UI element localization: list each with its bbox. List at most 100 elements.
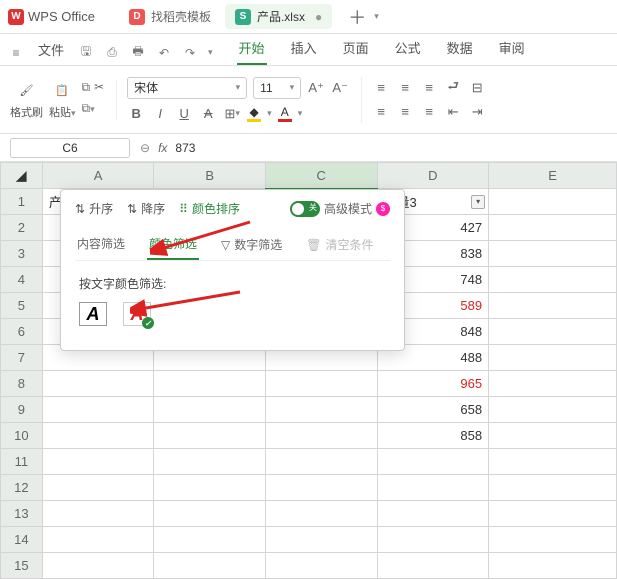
undo-icon[interactable]: ↶ bbox=[156, 45, 172, 61]
select-all-corner[interactable]: ◢ bbox=[1, 163, 43, 189]
tab-file[interactable]: S 产品.xlsx ● bbox=[225, 4, 332, 29]
fill-color-button[interactable]: ◆ bbox=[247, 105, 261, 122]
cell[interactable] bbox=[154, 397, 266, 423]
font-color-button[interactable]: A bbox=[278, 105, 292, 122]
redo-icon[interactable]: ↷ bbox=[182, 45, 198, 61]
align-top-icon[interactable]: ≡ bbox=[372, 79, 390, 97]
rowhead-7[interactable]: 7 bbox=[1, 345, 43, 371]
underline-button[interactable]: U bbox=[175, 105, 193, 123]
cell[interactable] bbox=[265, 527, 377, 553]
adv-mode-toggle[interactable]: 关 bbox=[290, 201, 320, 217]
cell[interactable] bbox=[42, 397, 154, 423]
colhead-B[interactable]: B bbox=[154, 163, 266, 189]
menu-icon[interactable]: ≡ bbox=[8, 45, 24, 61]
rowhead-8[interactable]: 8 bbox=[1, 371, 43, 397]
cell[interactable] bbox=[489, 371, 617, 397]
colhead-A[interactable]: A bbox=[42, 163, 154, 189]
new-tab-button[interactable]: ＋ bbox=[348, 4, 366, 30]
decrease-font-icon[interactable]: A⁻ bbox=[331, 79, 349, 97]
align-right-icon[interactable]: ≡ bbox=[420, 103, 438, 121]
cell[interactable] bbox=[265, 475, 377, 501]
align-center-icon[interactable]: ≡ bbox=[396, 103, 414, 121]
cell-E1[interactable] bbox=[489, 189, 617, 215]
file-menu[interactable]: 文件 bbox=[34, 40, 68, 65]
cell[interactable] bbox=[42, 475, 154, 501]
strike-button[interactable]: A bbox=[199, 105, 217, 123]
tab-clear-filter[interactable]: 🗑清空条件 bbox=[304, 229, 375, 260]
tab-number-filter[interactable]: ▽数字筛选 bbox=[219, 229, 284, 260]
cell[interactable] bbox=[489, 475, 617, 501]
cell[interactable] bbox=[154, 501, 266, 527]
copy-icon[interactable]: ⧉ bbox=[82, 80, 91, 95]
indent-dec-icon[interactable]: ⇤ bbox=[444, 103, 462, 121]
sort-color-button[interactable]: ⠿颜色排序 bbox=[179, 200, 240, 217]
cell[interactable] bbox=[377, 501, 489, 527]
tab-color-filter[interactable]: 颜色筛选 bbox=[147, 229, 199, 260]
font-name-select[interactable]: 宋体▾ bbox=[127, 77, 247, 99]
colhead-C[interactable]: C bbox=[265, 163, 377, 189]
paste-button[interactable]: 📋 粘贴▾ bbox=[49, 80, 76, 120]
sort-asc-button[interactable]: ⇅升序 bbox=[75, 200, 113, 217]
cell[interactable] bbox=[42, 527, 154, 553]
cell[interactable] bbox=[489, 215, 617, 241]
tab-content-filter[interactable]: 内容筛选 bbox=[75, 229, 127, 260]
qat-more-caret[interactable]: ▾ bbox=[208, 47, 213, 58]
cell[interactable] bbox=[42, 501, 154, 527]
cell[interactable] bbox=[42, 449, 154, 475]
cell[interactable] bbox=[377, 449, 489, 475]
cell[interactable]: 858 bbox=[377, 423, 489, 449]
cell[interactable] bbox=[154, 371, 266, 397]
rowhead-9[interactable]: 9 bbox=[1, 397, 43, 423]
cell[interactable] bbox=[489, 345, 617, 371]
cell[interactable] bbox=[489, 527, 617, 553]
cell[interactable] bbox=[154, 475, 266, 501]
cell[interactable] bbox=[265, 449, 377, 475]
cell[interactable] bbox=[265, 371, 377, 397]
tab-template[interactable]: D 找稻壳模板 bbox=[119, 4, 221, 29]
colhead-D[interactable]: D bbox=[377, 163, 489, 189]
cell[interactable] bbox=[489, 423, 617, 449]
clipboard-more-icon[interactable]: ⧉▾ bbox=[82, 101, 95, 116]
text-color-swatch-red[interactable]: A✓ bbox=[123, 302, 151, 326]
cell[interactable] bbox=[489, 397, 617, 423]
bold-button[interactable]: B bbox=[127, 105, 145, 123]
cell[interactable]: 965 bbox=[377, 371, 489, 397]
cell[interactable] bbox=[42, 371, 154, 397]
colhead-E[interactable]: E bbox=[489, 163, 617, 189]
rowhead-2[interactable]: 2 bbox=[1, 215, 43, 241]
cell[interactable] bbox=[377, 475, 489, 501]
tab-start[interactable]: 开始 bbox=[237, 38, 267, 65]
tab-formula[interactable]: 公式 bbox=[393, 38, 423, 65]
fx-icon[interactable]: fx bbox=[158, 141, 167, 155]
cell[interactable] bbox=[489, 267, 617, 293]
rowhead-5[interactable]: 5 bbox=[1, 293, 43, 319]
rowhead-1[interactable]: 1 bbox=[1, 189, 43, 215]
cancel-formula-icon[interactable]: ⊖ bbox=[140, 141, 150, 155]
wrap-icon[interactable]: ⮐ bbox=[444, 79, 462, 97]
cell[interactable] bbox=[154, 527, 266, 553]
tab-page[interactable]: 页面 bbox=[341, 38, 371, 65]
increase-font-icon[interactable]: A⁺ bbox=[307, 79, 325, 97]
cell-reference[interactable]: C6 bbox=[10, 138, 130, 158]
border-button[interactable]: ⊞▾ bbox=[223, 105, 241, 123]
rowhead-10[interactable]: 10 bbox=[1, 423, 43, 449]
indent-inc-icon[interactable]: ⇥ bbox=[468, 103, 486, 121]
text-color-swatch-black[interactable]: A bbox=[79, 302, 107, 326]
cell[interactable] bbox=[154, 423, 266, 449]
cell[interactable]: 658 bbox=[377, 397, 489, 423]
merge-icon[interactable]: ⊟ bbox=[468, 79, 486, 97]
tab-review[interactable]: 审阅 bbox=[497, 38, 527, 65]
cell[interactable] bbox=[489, 449, 617, 475]
align-bottom-icon[interactable]: ≡ bbox=[420, 79, 438, 97]
tab-menu-caret[interactable]: ▾ bbox=[374, 11, 379, 22]
align-left-icon[interactable]: ≡ bbox=[372, 103, 390, 121]
rowhead-6[interactable]: 6 bbox=[1, 319, 43, 345]
tab-data[interactable]: 数据 bbox=[445, 38, 475, 65]
tab-insert[interactable]: 插入 bbox=[289, 38, 319, 65]
cut-icon[interactable]: ✂ bbox=[94, 80, 104, 95]
filter-drop-D[interactable]: ▾ bbox=[471, 195, 485, 209]
rowhead-3[interactable]: 3 bbox=[1, 241, 43, 267]
cell[interactable] bbox=[265, 501, 377, 527]
font-size-select[interactable]: 11▾ bbox=[253, 77, 301, 99]
format-painter-button[interactable]: 🖌 格式刷 bbox=[10, 80, 43, 120]
